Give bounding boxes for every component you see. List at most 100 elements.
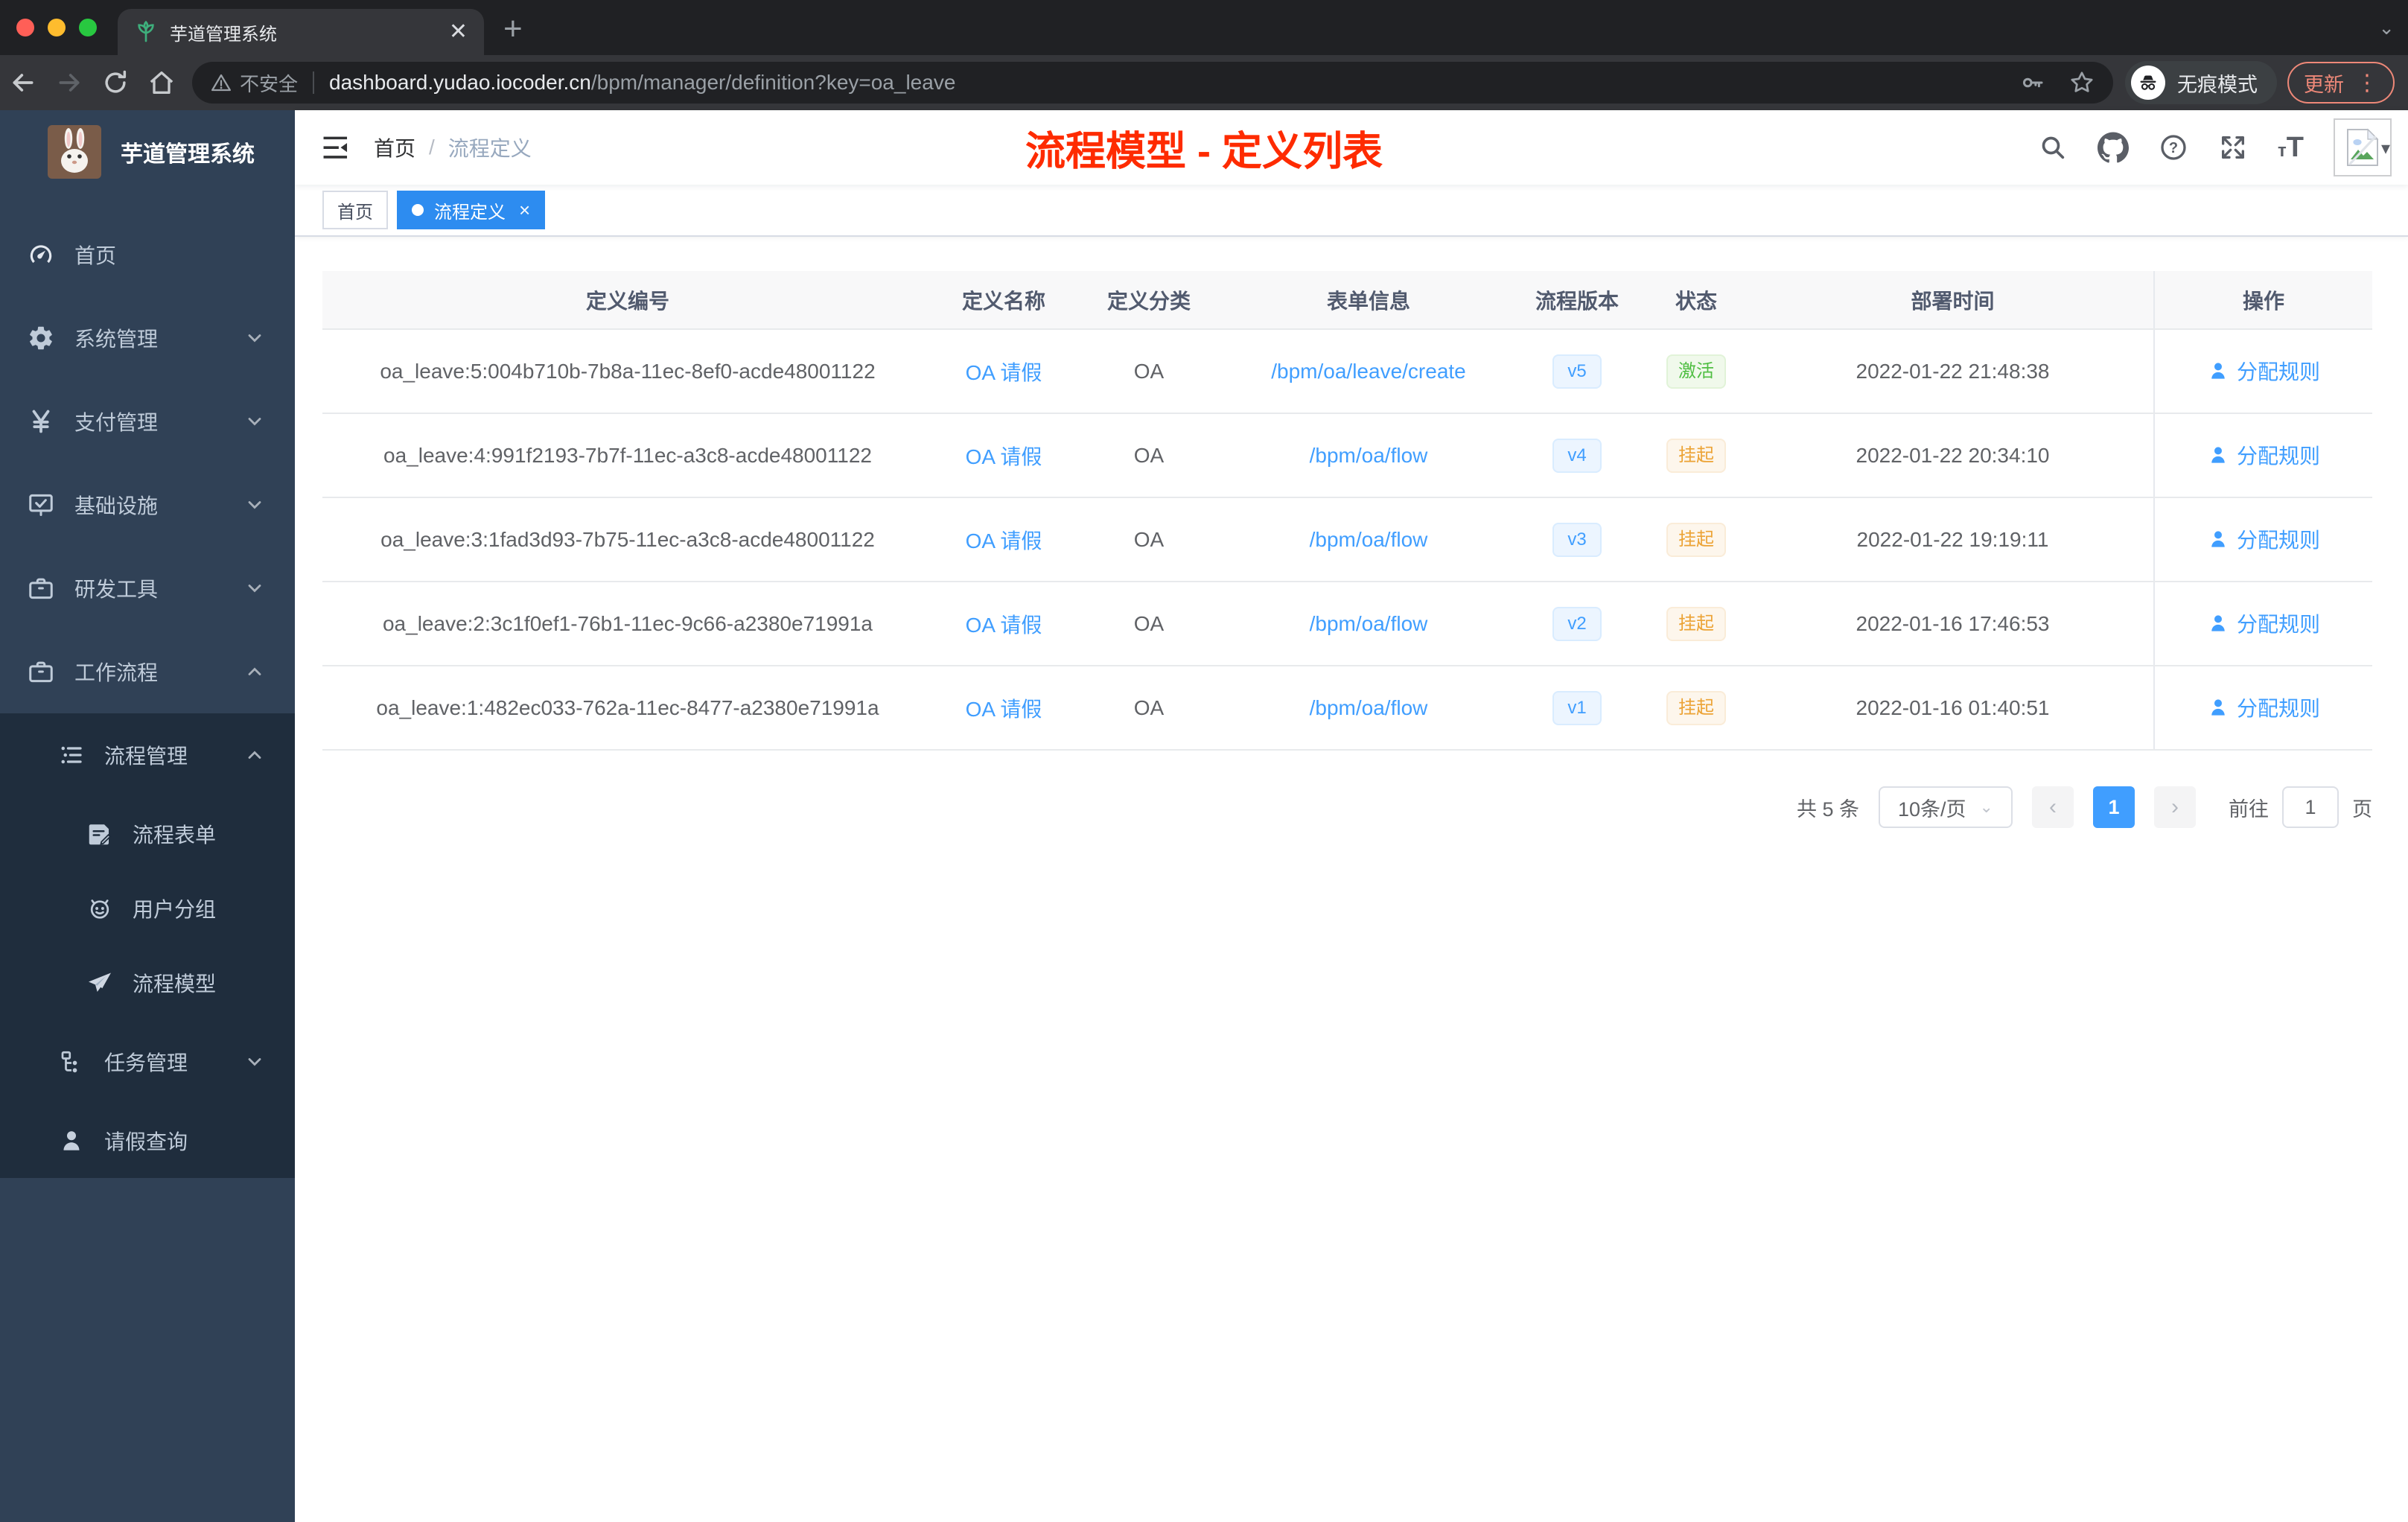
maximize-window-button[interactable]	[79, 19, 97, 36]
definition-name-link[interactable]: OA 请假	[966, 445, 1042, 468]
form-link[interactable]: /bpm/oa/flow	[1310, 696, 1428, 719]
chevron-down-icon	[244, 411, 265, 432]
bookmark-star-icon[interactable]	[2068, 69, 2095, 96]
incognito-label: 无痕模式	[2177, 73, 2258, 96]
tab-search-chevron-icon[interactable]: ⌄	[2378, 16, 2395, 39]
browser-menu-icon[interactable]: ⋮	[2356, 70, 2378, 96]
help-icon[interactable]: ?	[2159, 133, 2188, 162]
avatar-dropdown-caret-icon[interactable]: ▾	[2381, 138, 2390, 159]
form-link[interactable]: /bpm/oa/flow	[1310, 528, 1428, 551]
incognito-icon	[2131, 66, 2165, 100]
sidebar-item-home[interactable]: 首页	[0, 213, 295, 296]
breadcrumb-separator: /	[429, 136, 435, 159]
chrome-update-button[interactable]: 更新 ⋮	[2287, 62, 2395, 104]
table-row: oa_leave:5:004b710b-7b8a-11ec-8ef0-acde4…	[322, 329, 2372, 414]
sidebar-item-process-model[interactable]: 流程模型	[0, 946, 295, 1020]
yen-icon	[32, 410, 50, 433]
table-header-row: 定义编号 定义名称 定义分类 表单信息 流程版本 状态 部署时间 操作	[322, 271, 2372, 330]
current-page-button[interactable]: 1	[2093, 786, 2135, 828]
user-icon	[63, 1131, 80, 1150]
form-edit-icon	[89, 824, 112, 845]
col-process-version: 流程版本	[1514, 271, 1640, 330]
sidebar-item-task-management[interactable]: 任务管理	[0, 1020, 295, 1104]
new-tab-button[interactable]: +	[503, 10, 523, 48]
page-size-select[interactable]: 10条/页 ⌄	[1879, 786, 2013, 828]
definition-name-link[interactable]: OA 请假	[966, 614, 1042, 637]
app-title: 芋道管理系统	[121, 142, 255, 167]
definition-category: OA	[1074, 413, 1223, 498]
search-icon[interactable]	[2038, 133, 2068, 162]
form-link[interactable]: /bpm/oa/leave/create	[1271, 360, 1466, 383]
definition-name-link[interactable]: OA 请假	[966, 361, 1042, 384]
version-badge: v3	[1552, 522, 1602, 557]
table-row: oa_leave:4:991f2193-7b7f-11ec-a3c8-acde4…	[322, 413, 2372, 498]
sidebar-collapse-button[interactable]	[317, 132, 348, 163]
github-icon[interactable]	[2097, 132, 2129, 163]
tag-close-icon[interactable]: ×	[519, 199, 530, 222]
briefcase-icon	[29, 661, 53, 683]
sidebar-item-process-management[interactable]: 流程管理	[0, 713, 295, 797]
sidebar-item-process-form[interactable]: 流程表单	[0, 797, 295, 871]
browser-tab[interactable]: 芋道管理系统 ✕	[118, 9, 484, 55]
form-link[interactable]: /bpm/oa/flow	[1310, 612, 1428, 635]
chevron-down-icon: ⌄	[1979, 797, 1993, 816]
sidebar-logo[interactable]: 芋道管理系统	[0, 110, 295, 194]
sidebar-item-dev-tools[interactable]: 研发工具	[0, 547, 295, 630]
definition-id: oa_leave:3:1fad3d93-7b75-11ec-a3c8-acde4…	[322, 497, 933, 582]
forward-button[interactable]	[46, 68, 92, 98]
prev-page-button[interactable]: ‹	[2032, 786, 2074, 828]
browser-toolbar: 不安全 dashboard.yudao.iocoder.cn/bpm/manag…	[0, 55, 2408, 110]
update-label: 更新	[2304, 73, 2344, 96]
home-button[interactable]	[138, 68, 185, 98]
deploy-time: 2022-01-22 20:34:10	[1752, 413, 2154, 498]
minimize-window-button[interactable]	[48, 19, 66, 36]
sidebar-item-payment[interactable]: 支付管理	[0, 380, 295, 463]
user-icon	[2211, 698, 2225, 716]
col-deploy-time: 部署时间	[1752, 271, 2154, 330]
assign-rule-button[interactable]: 分配规则	[2207, 440, 2320, 470]
sidebar-item-system[interactable]: 系统管理	[0, 296, 295, 380]
form-link[interactable]: /bpm/oa/flow	[1310, 444, 1428, 467]
fullscreen-icon[interactable]	[2218, 133, 2248, 162]
breadcrumb-home[interactable]: 首页	[374, 133, 415, 162]
address-bar[interactable]: 不安全 dashboard.yudao.iocoder.cn/bpm/manag…	[192, 62, 2113, 104]
password-key-icon[interactable]	[2019, 69, 2046, 96]
goto-page-input[interactable]	[2282, 786, 2339, 828]
pagination: 共 5 条 10条/页 ⌄ ‹ 1 › 前往 页	[322, 786, 2372, 828]
status-badge: 挂起	[1666, 522, 1726, 557]
briefcase-icon	[29, 578, 53, 599]
chevron-down-icon	[244, 578, 265, 599]
tag-process-definition[interactable]: 流程定义 ×	[397, 191, 546, 229]
flow-tree-icon	[61, 1051, 77, 1073]
user-icon	[2211, 362, 2225, 379]
list-icon	[61, 746, 82, 764]
sidebar-item-leave-query[interactable]: 请假查询	[0, 1104, 295, 1178]
assign-rule-button[interactable]: 分配规则	[2207, 356, 2320, 386]
gear-icon	[30, 326, 52, 350]
definition-name-link[interactable]: OA 请假	[966, 698, 1042, 721]
tab-close-icon[interactable]: ✕	[449, 21, 468, 43]
definition-id: oa_leave:4:991f2193-7b7f-11ec-a3c8-acde4…	[322, 413, 933, 498]
sidebar-item-infrastructure[interactable]: 基础设施	[0, 463, 295, 547]
svg-text:?: ?	[2169, 140, 2178, 156]
sidebar-item-user-group[interactable]: 用户分组	[0, 871, 295, 946]
definition-name-link[interactable]: OA 请假	[966, 529, 1042, 553]
deploy-time: 2022-01-22 21:48:38	[1752, 329, 2154, 414]
back-button[interactable]	[0, 68, 46, 98]
window-controls[interactable]	[16, 19, 97, 36]
assign-rule-button[interactable]: 分配规则	[2207, 608, 2320, 638]
table-row: oa_leave:3:1fad3d93-7b75-11ec-a3c8-acde4…	[322, 497, 2372, 582]
tag-home[interactable]: 首页	[322, 191, 388, 229]
sidebar-item-workflow[interactable]: 工作流程	[0, 630, 295, 713]
definition-category: OA	[1074, 497, 1223, 582]
version-badge: v4	[1552, 438, 1602, 473]
reload-button[interactable]	[92, 69, 138, 97]
assign-rule-button[interactable]: 分配规则	[2207, 524, 2320, 554]
deploy-time: 2022-01-16 01:40:51	[1752, 666, 2154, 751]
close-window-button[interactable]	[16, 19, 34, 36]
goto-label: 前往	[2229, 797, 2269, 821]
next-page-button[interactable]: ›	[2154, 786, 2196, 828]
definition-category: OA	[1074, 666, 1223, 751]
font-size-icon[interactable]: тT	[2278, 132, 2304, 164]
assign-rule-button[interactable]: 分配规则	[2207, 692, 2320, 722]
